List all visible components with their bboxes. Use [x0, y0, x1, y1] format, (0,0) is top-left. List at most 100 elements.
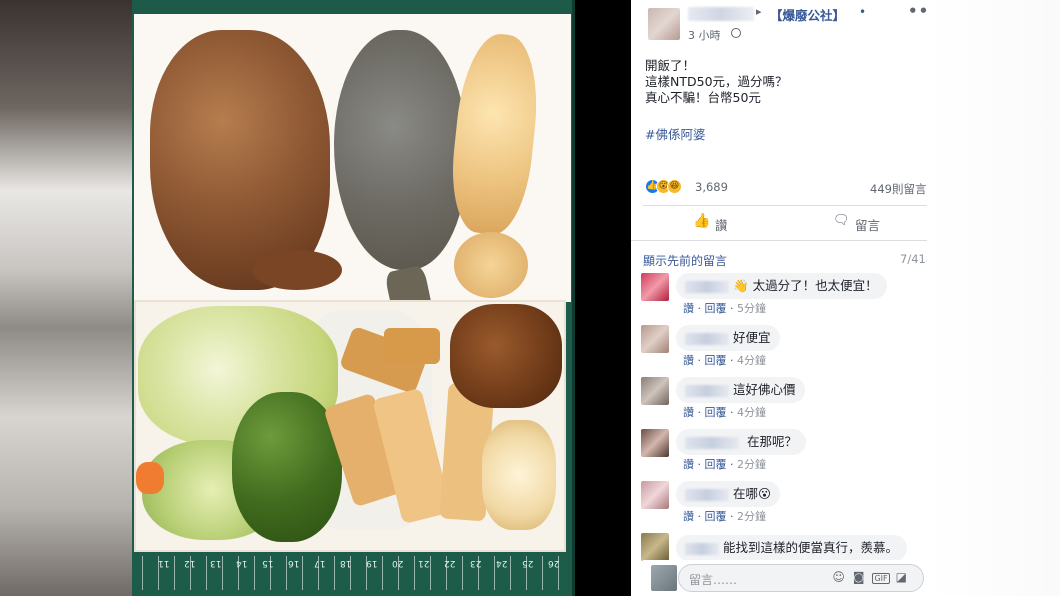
comment-like-link[interactable]: 讚 [683, 510, 694, 523]
mat-edge [572, 0, 575, 596]
commenter-name-blurred[interactable] [685, 384, 729, 397]
hashtag-link[interactable]: #佛係阿婆 [645, 124, 705, 143]
comment-time[interactable]: 2分鐘 [737, 458, 766, 471]
comment-meta: 讚 · 回覆 · 2分鐘 [683, 510, 766, 523]
comment-time[interactable]: 5分鐘 [737, 302, 766, 315]
comment-bubble: 在那呢？ [676, 429, 806, 455]
show-previous-comments-link[interactable]: 顯示先前的留言 [643, 252, 727, 269]
onion [482, 420, 556, 530]
divider [643, 205, 927, 206]
comment-emoji: 👋 [733, 278, 749, 293]
fried-shrimp-piece [454, 232, 528, 298]
comment-input[interactable]: 留言…… ☺◙ GIF ◪ [678, 564, 924, 592]
commenter-avatar[interactable] [641, 481, 669, 509]
comment-text: 在哪 [733, 486, 759, 501]
comment-text: 太過分了！也太便宜！ [752, 278, 878, 293]
divider [631, 240, 927, 241]
group-name-link[interactable]: 【爆廢公社】 [770, 5, 845, 24]
ruler-number: 18 [340, 558, 352, 568]
comment-like-link[interactable]: 讚 [683, 302, 694, 315]
comment-button[interactable]: 留言 [855, 215, 880, 234]
comment-bubble: 👋 太過分了！也太便宜！ [676, 273, 887, 299]
blurred-background-right [927, 0, 1060, 596]
cutting-mat-top [132, 0, 575, 14]
ruler-number: 24 [496, 558, 508, 568]
comment-time[interactable]: 4分鐘 [737, 406, 766, 419]
comment-bubble: 在哪😮 [676, 481, 781, 507]
commenter-name-blurred[interactable] [685, 542, 719, 555]
comment-meta: 讚 · 回覆 · 5分鐘 [683, 302, 766, 315]
comment-time[interactable]: 4分鐘 [737, 354, 766, 367]
ruler-number: 21 [418, 558, 430, 568]
comment-like-link[interactable]: 讚 [683, 354, 694, 367]
sticker-icon[interactable]: ◪ [896, 570, 915, 584]
comment-emoji: 😮 [758, 486, 772, 501]
commenter-avatar[interactable] [641, 533, 669, 561]
comment-count[interactable]: 449則留言 [870, 181, 926, 197]
ruler-number: 19 [366, 558, 378, 568]
ruler-number: 26 [548, 558, 560, 568]
comment-like-link[interactable]: 讚 [683, 406, 694, 419]
ruler-number: 15 [262, 558, 274, 568]
camera-icon[interactable]: ◙ [853, 570, 873, 584]
haha-reaction-icon: 😆 [667, 179, 682, 194]
gif-icon[interactable]: GIF [872, 573, 890, 584]
tofu-slice [384, 328, 440, 364]
comment-text: 這好佛心價 [733, 382, 796, 397]
ruler-number: 13 [210, 558, 222, 568]
comment-like-link[interactable]: 讚 [683, 458, 694, 471]
commenter-avatar[interactable] [641, 377, 669, 405]
post-text: 開飯了！ 這樣NTD50元，過分嗎？ 真心不騙！台幣50元 [645, 58, 788, 106]
emoji-icon[interactable]: ☺ [832, 570, 853, 584]
comment-text: 能找到這樣的便當真行，羨慕。 [723, 540, 899, 555]
carrot [136, 462, 164, 494]
commenter-name-blurred[interactable] [685, 488, 729, 501]
commenter-name-blurred[interactable] [685, 280, 729, 293]
post-panel: ▸ 【爆廢公社】 • ••• 3 小時 開飯了！ 這樣NTD50元，過分嗎？ 真… [631, 0, 939, 596]
comment-bubble: 能找到這樣的便當真行，羨慕。 [676, 535, 908, 561]
braised-pork [450, 304, 562, 408]
reaction-count[interactable]: 3,689 [695, 180, 728, 194]
comment-reply-link[interactable]: 回覆 [705, 354, 727, 367]
ruler-number: 11 [158, 558, 170, 568]
comment-icon: 🗨 [833, 213, 850, 228]
blurred-background-left [0, 0, 132, 596]
audience-icon [731, 28, 741, 38]
my-avatar [651, 565, 677, 591]
dot-icon: • [859, 5, 867, 19]
ruler-number: 17 [314, 558, 326, 568]
post-line: 真心不騙！台幣50元 [645, 90, 761, 105]
ruler-number: 25 [522, 558, 534, 568]
ruler-number: 16 [288, 558, 300, 568]
commenter-name-blurred[interactable] [685, 332, 729, 345]
fried-fish [334, 30, 466, 270]
commenter-avatar[interactable] [641, 325, 669, 353]
comment-reply-link[interactable]: 回覆 [705, 458, 727, 471]
commenter-avatar[interactable] [641, 429, 669, 457]
comment-text: 好便宜 [733, 330, 771, 345]
composer-icons: ☺◙ GIF ◪ [832, 570, 915, 584]
like-button[interactable]: 讚 [715, 215, 728, 234]
comment-bubble: 這好佛心價 [676, 377, 805, 403]
post-line: 開飯了！ [645, 58, 696, 73]
comment-reply-link[interactable]: 回覆 [705, 302, 727, 315]
comment-meta: 讚 · 回覆 · 4分鐘 [683, 354, 766, 367]
comment-reply-link[interactable]: 回覆 [705, 406, 727, 419]
ruler-number: 14 [236, 558, 248, 568]
post-photo[interactable]: 26 25 24 23 22 21 20 19 18 17 16 15 14 13 12 11 [132, 0, 575, 596]
comment-meta: 讚 · 回覆 · 2分鐘 [683, 458, 766, 471]
poster-avatar[interactable] [648, 8, 680, 40]
thumbs-up-icon: 👍 [693, 213, 711, 229]
comment-input-placeholder: 留言…… [689, 573, 738, 587]
comment-composer: 留言…… ☺◙ GIF ◪ [643, 560, 927, 596]
poster-name-blurred[interactable] [688, 7, 754, 21]
comment-bubble: 好便宜 [676, 325, 780, 351]
comment-text: 在那呢？ [746, 434, 797, 449]
ruler-number: 12 [184, 558, 196, 568]
post-time[interactable]: 3 小時 [688, 27, 721, 43]
commenter-name-blurred[interactable] [685, 436, 739, 449]
commenter-avatar[interactable] [641, 273, 669, 301]
post-line: 這樣NTD50元，過分嗎？ [645, 74, 788, 89]
comment-time[interactable]: 2分鐘 [737, 510, 766, 523]
comment-reply-link[interactable]: 回覆 [705, 510, 727, 523]
